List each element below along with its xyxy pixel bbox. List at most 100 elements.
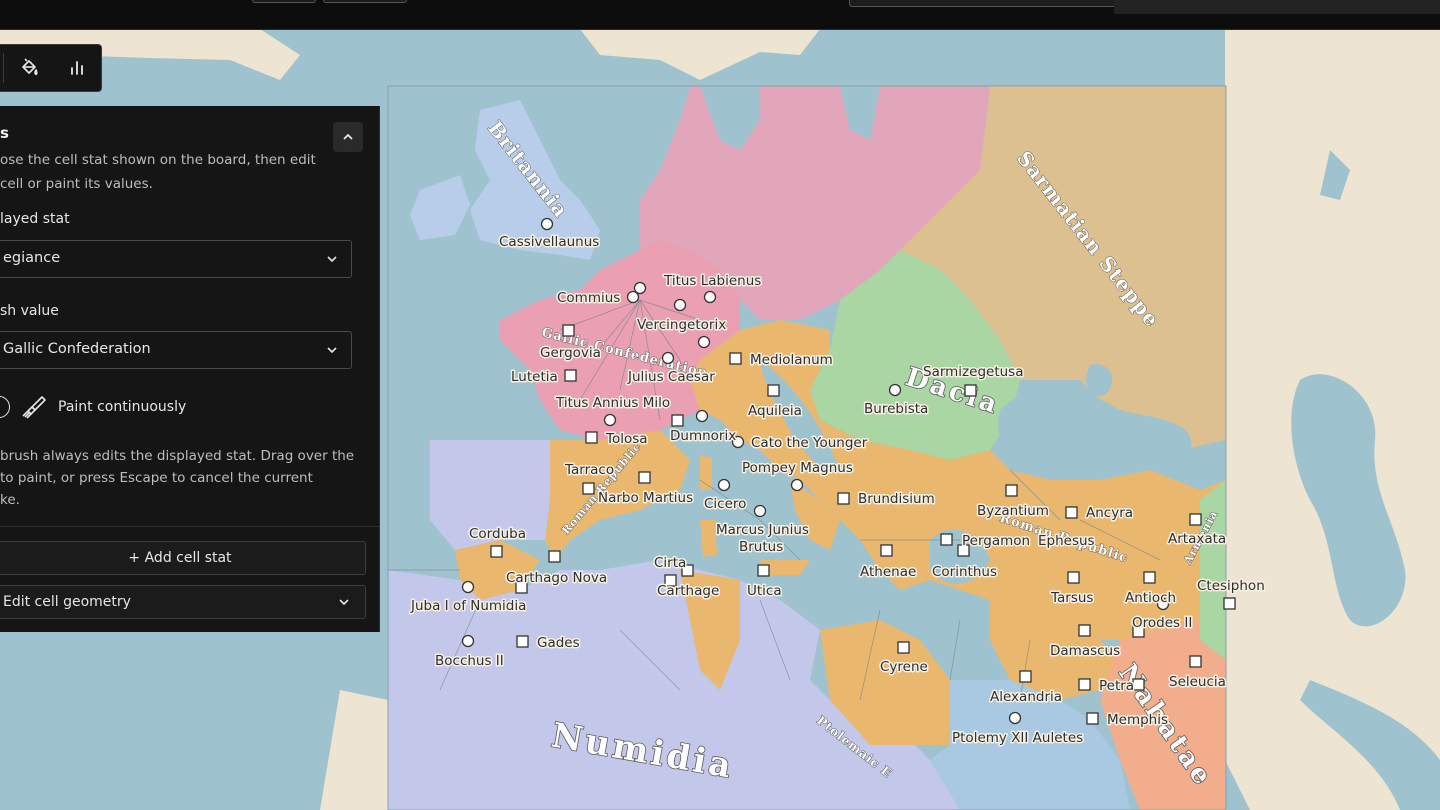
city-marker — [582, 482, 595, 495]
city-marker — [1067, 571, 1080, 584]
add-cell-stat-button[interactable]: + Add cell stat — [0, 541, 366, 575]
svg-text:Brutus: Brutus — [739, 539, 783, 555]
chevron-down-icon — [327, 256, 337, 263]
paint-continuously-toggle[interactable] — [0, 396, 10, 418]
leader-marker — [603, 413, 617, 427]
city-marker — [940, 533, 953, 546]
svg-text:Athenae: Athenae — [860, 564, 916, 580]
svg-text:Commius: Commius — [557, 290, 620, 306]
svg-text:Julius Caesar: Julius Caesar — [627, 369, 715, 385]
chevron-down-icon — [339, 599, 349, 606]
leader-marker — [673, 298, 687, 312]
help-text: brush always edits the displayed stat. D… — [0, 448, 355, 464]
top-bar — [0, 0, 1440, 30]
city-marker — [490, 545, 503, 558]
city-marker — [897, 641, 910, 654]
cell-stats-panel: s ose the cell stat shown on the board, … — [0, 106, 380, 632]
svg-text:Titus Annius Milo: Titus Annius Milo — [555, 395, 670, 411]
city-marker — [757, 564, 770, 577]
paint-bucket-icon[interactable] — [5, 45, 53, 91]
svg-text:Damascus: Damascus — [1050, 643, 1120, 659]
svg-text:Alexandria: Alexandria — [990, 689, 1062, 705]
svg-text:Seleucia: Seleucia — [1169, 674, 1226, 690]
help-text: to paint, or press Escape to cancel the … — [0, 470, 313, 486]
bar-chart-icon[interactable] — [53, 45, 101, 91]
city-marker — [548, 550, 561, 563]
brush-value-value: Gallic Confederation — [3, 341, 151, 357]
city-marker — [729, 352, 742, 365]
svg-text:Burebista: Burebista — [864, 401, 928, 417]
toolbar-divider — [3, 53, 4, 83]
leader-marker — [1008, 711, 1022, 725]
svg-text:Mediolanum: Mediolanum — [750, 352, 833, 368]
collapse-button[interactable] — [333, 122, 363, 152]
city-marker — [1019, 670, 1032, 683]
brush-value-label: sh value — [0, 303, 59, 319]
paint-brush-icon — [20, 394, 48, 425]
city-marker — [638, 471, 651, 484]
divider — [0, 526, 379, 527]
leader-marker — [461, 634, 475, 648]
city-marker — [767, 384, 780, 397]
svg-text:Pompey Magnus: Pompey Magnus — [742, 460, 853, 476]
svg-text:Dumnorix: Dumnorix — [670, 428, 736, 444]
topbar-strip — [1114, 0, 1440, 14]
city-marker — [964, 384, 977, 397]
svg-text:Lutetia: Lutetia — [511, 369, 558, 385]
city-marker — [837, 492, 850, 505]
help-text: ke. — [0, 492, 20, 508]
svg-text:Aquileia: Aquileia — [748, 403, 802, 419]
edit-cell-geometry-button[interactable]: Edit cell geometry — [0, 585, 366, 619]
svg-text:Ancyra: Ancyra — [1086, 505, 1133, 521]
svg-text:Vercingetorix: Vercingetorix — [637, 317, 726, 333]
leader-marker — [753, 504, 767, 518]
city-marker — [564, 369, 577, 382]
svg-text:Ephesus: Ephesus — [1038, 533, 1095, 549]
leader-marker — [790, 478, 804, 492]
svg-text:Orodes II: Orodes II — [1132, 615, 1192, 631]
svg-text:Carthago Nova: Carthago Nova — [506, 570, 607, 586]
panel-description: cell or paint its values. — [0, 176, 153, 192]
svg-text:Tolosa: Tolosa — [605, 431, 648, 447]
city-marker — [1143, 571, 1156, 584]
svg-text:Ptolemy XII Auletes: Ptolemy XII Auletes — [952, 730, 1083, 746]
city-marker — [1078, 678, 1091, 691]
svg-text:Antioch: Antioch — [1125, 590, 1176, 606]
city-marker — [585, 431, 598, 444]
svg-text:Corduba: Corduba — [469, 526, 526, 542]
city-marker — [671, 414, 684, 427]
city-marker — [516, 635, 529, 648]
displayed-stat-label: layed stat — [0, 211, 70, 227]
chevron-up-icon — [343, 133, 353, 140]
topbar-button[interactable] — [323, 0, 407, 3]
svg-text:Cirta: Cirta — [654, 555, 686, 571]
svg-text:Byzantium: Byzantium — [977, 503, 1049, 519]
brush-value-select[interactable]: Gallic Confederation — [0, 331, 352, 369]
svg-text:Brundisium: Brundisium — [858, 491, 935, 507]
displayed-stat-select[interactable]: egiance — [0, 240, 352, 278]
svg-text:Tarsus: Tarsus — [1050, 590, 1093, 606]
svg-text:Narbo Martius: Narbo Martius — [598, 490, 693, 506]
svg-text:Marcus Junius: Marcus Junius — [716, 522, 809, 538]
leader-marker — [703, 290, 717, 304]
svg-text:Gades: Gades — [537, 635, 580, 651]
leader-marker — [697, 335, 711, 349]
city-marker — [1086, 712, 1099, 725]
topbar-search-field[interactable] — [849, 0, 1116, 7]
city-marker — [1005, 484, 1018, 497]
svg-text:Gergovia: Gergovia — [540, 345, 601, 361]
edit-cell-geometry-label: Edit cell geometry — [3, 594, 131, 610]
map-toolbar — [0, 44, 102, 92]
city-marker — [1189, 655, 1202, 668]
city-marker — [1132, 678, 1145, 691]
topbar-button[interactable] — [252, 0, 316, 3]
panel-title: s — [0, 124, 9, 142]
leader-marker — [695, 409, 709, 423]
panel-description: ose the cell stat shown on the board, th… — [0, 152, 316, 168]
leader-marker — [888, 383, 902, 397]
displayed-stat-value: egiance — [3, 250, 61, 266]
leader-marker — [540, 217, 554, 231]
leader-marker — [661, 351, 675, 365]
svg-text:Ctesiphon: Ctesiphon — [1197, 578, 1265, 594]
city-marker — [1223, 597, 1236, 610]
